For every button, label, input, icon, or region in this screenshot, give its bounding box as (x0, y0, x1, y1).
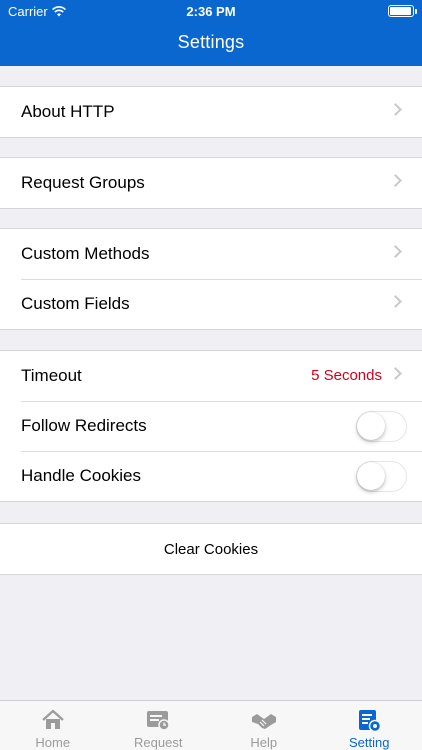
status-time: 2:36 PM (186, 4, 236, 19)
row-label: Custom Fields (21, 294, 130, 313)
tab-label: Help (250, 735, 278, 750)
row-label: About HTTP (21, 102, 115, 121)
handle-cookies-row: Handle Cookies (0, 451, 422, 501)
request-icon (147, 711, 170, 731)
toggle-knob (357, 462, 385, 490)
tab-label: Home (35, 735, 71, 750)
follow-redirects-toggle[interactable] (356, 411, 407, 442)
tab-bar: Home Request Help Setting (0, 700, 422, 750)
toggle-knob (357, 412, 385, 440)
button-label: Clear Cookies (163, 540, 259, 558)
settings-group-about: About HTTP (0, 86, 422, 138)
follow-redirects-row: Follow Redirects (0, 401, 422, 451)
settings-group-clear: Clear Cookies (0, 523, 422, 575)
timeout-row[interactable]: Timeout 5 Seconds (0, 351, 422, 401)
timeout-value: 5 Seconds (311, 367, 382, 384)
request-groups-row[interactable]: Request Groups (0, 158, 422, 208)
about-http-row[interactable]: About HTTP (0, 87, 422, 137)
tab-home[interactable]: Home (0, 701, 106, 750)
handle-cookies-toggle[interactable] (356, 461, 407, 492)
tab-request[interactable]: Request (106, 701, 212, 750)
status-bar: Carrier 2:36 PM (0, 0, 422, 22)
tab-label: Request (134, 735, 183, 750)
battery-icon (388, 5, 417, 17)
tab-label: Setting (349, 735, 390, 750)
custom-methods-row[interactable]: Custom Methods (0, 229, 422, 279)
settings-group-custom: Custom Methods Custom Fields (0, 228, 422, 330)
custom-fields-row[interactable]: Custom Fields (0, 279, 422, 329)
tab-help[interactable]: Help (211, 701, 317, 750)
settings-group-network: Timeout 5 Seconds Follow Redirects Handl… (0, 350, 422, 502)
setting-icon (359, 710, 382, 733)
page-title: Settings (177, 32, 245, 52)
row-label: Request Groups (21, 173, 145, 192)
tab-setting[interactable]: Setting (317, 701, 422, 750)
home-icon (42, 709, 64, 729)
handshake-icon (251, 714, 276, 729)
nav-bar: Carrier 2:36 PM Settings (0, 0, 422, 66)
settings-group-request-groups: Request Groups (0, 157, 422, 209)
row-label: Custom Methods (21, 244, 150, 263)
clear-cookies-button[interactable]: Clear Cookies (0, 524, 422, 574)
